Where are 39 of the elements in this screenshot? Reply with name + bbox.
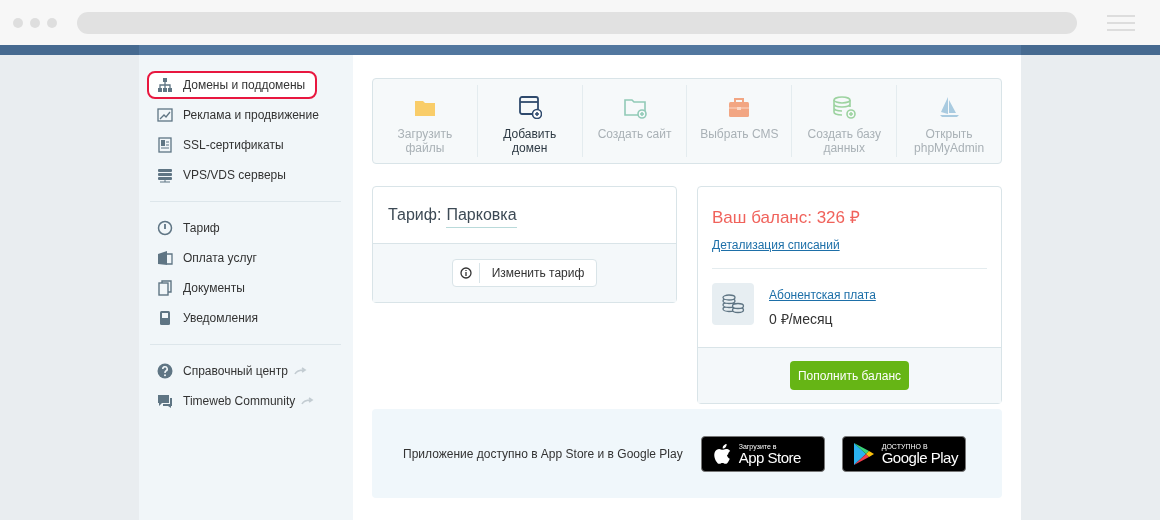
quick-action[interactable]: Добавить домен	[476, 85, 582, 157]
sidebar-item[interactable]: Уведомления	[147, 304, 344, 332]
badge-store-name: Google Play	[881, 449, 958, 465]
chart-icon	[157, 107, 173, 123]
chat-icon	[157, 393, 173, 409]
tariff-name: Парковка	[446, 202, 517, 228]
sidebar-item[interactable]: Реклама и продвижение	[147, 101, 344, 129]
subscription-fee-link[interactable]: Абонентская плата	[769, 285, 876, 304]
subscription-fee-value: 0 ₽/месяц	[769, 309, 834, 329]
app-availability-text: Приложение доступно в App Store и в Google Play	[403, 445, 683, 463]
sitemap-icon	[157, 77, 173, 93]
sidebar-item[interactable]: Справочный центр	[147, 357, 344, 385]
wallet-icon	[157, 250, 173, 266]
details-link[interactable]: Детализация списаний	[712, 235, 987, 254]
sidebar-item[interactable]: Timeweb Community	[147, 387, 344, 415]
sidebar-item[interactable]: Домены и поддомены	[147, 71, 317, 99]
server-icon	[157, 167, 173, 183]
balance-amount: Ваш баланс: 326 ₽	[712, 207, 861, 229]
sidebar-item[interactable]: Документы	[147, 274, 344, 302]
sidebar-item[interactable]: SSL-сертификаты	[147, 131, 344, 159]
help-icon	[157, 363, 173, 379]
gauge-icon	[157, 220, 173, 236]
tariff-label: Тариф:	[388, 205, 442, 225]
database-add-icon	[832, 95, 857, 119]
browser-window-add-icon	[517, 95, 542, 119]
change-tariff-button[interactable]: Изменить тариф	[451, 259, 598, 287]
coins-icon	[712, 282, 754, 325]
play-logo-icon	[852, 441, 875, 466]
apple-logo-icon	[711, 441, 732, 466]
phone-icon	[157, 310, 173, 326]
sidebar-item[interactable]: VPS/VDS серверы	[147, 161, 344, 189]
documents-icon	[157, 280, 173, 296]
window-controls-icon	[13, 17, 57, 28]
sidebar-item[interactable]: Оплата услуг	[147, 244, 344, 272]
info-icon	[459, 267, 472, 279]
briefcase-icon	[727, 95, 752, 119]
menu-icon[interactable]	[1107, 14, 1135, 31]
certificate-icon	[157, 137, 173, 153]
sidebar-item[interactable]: Тариф	[147, 214, 344, 242]
